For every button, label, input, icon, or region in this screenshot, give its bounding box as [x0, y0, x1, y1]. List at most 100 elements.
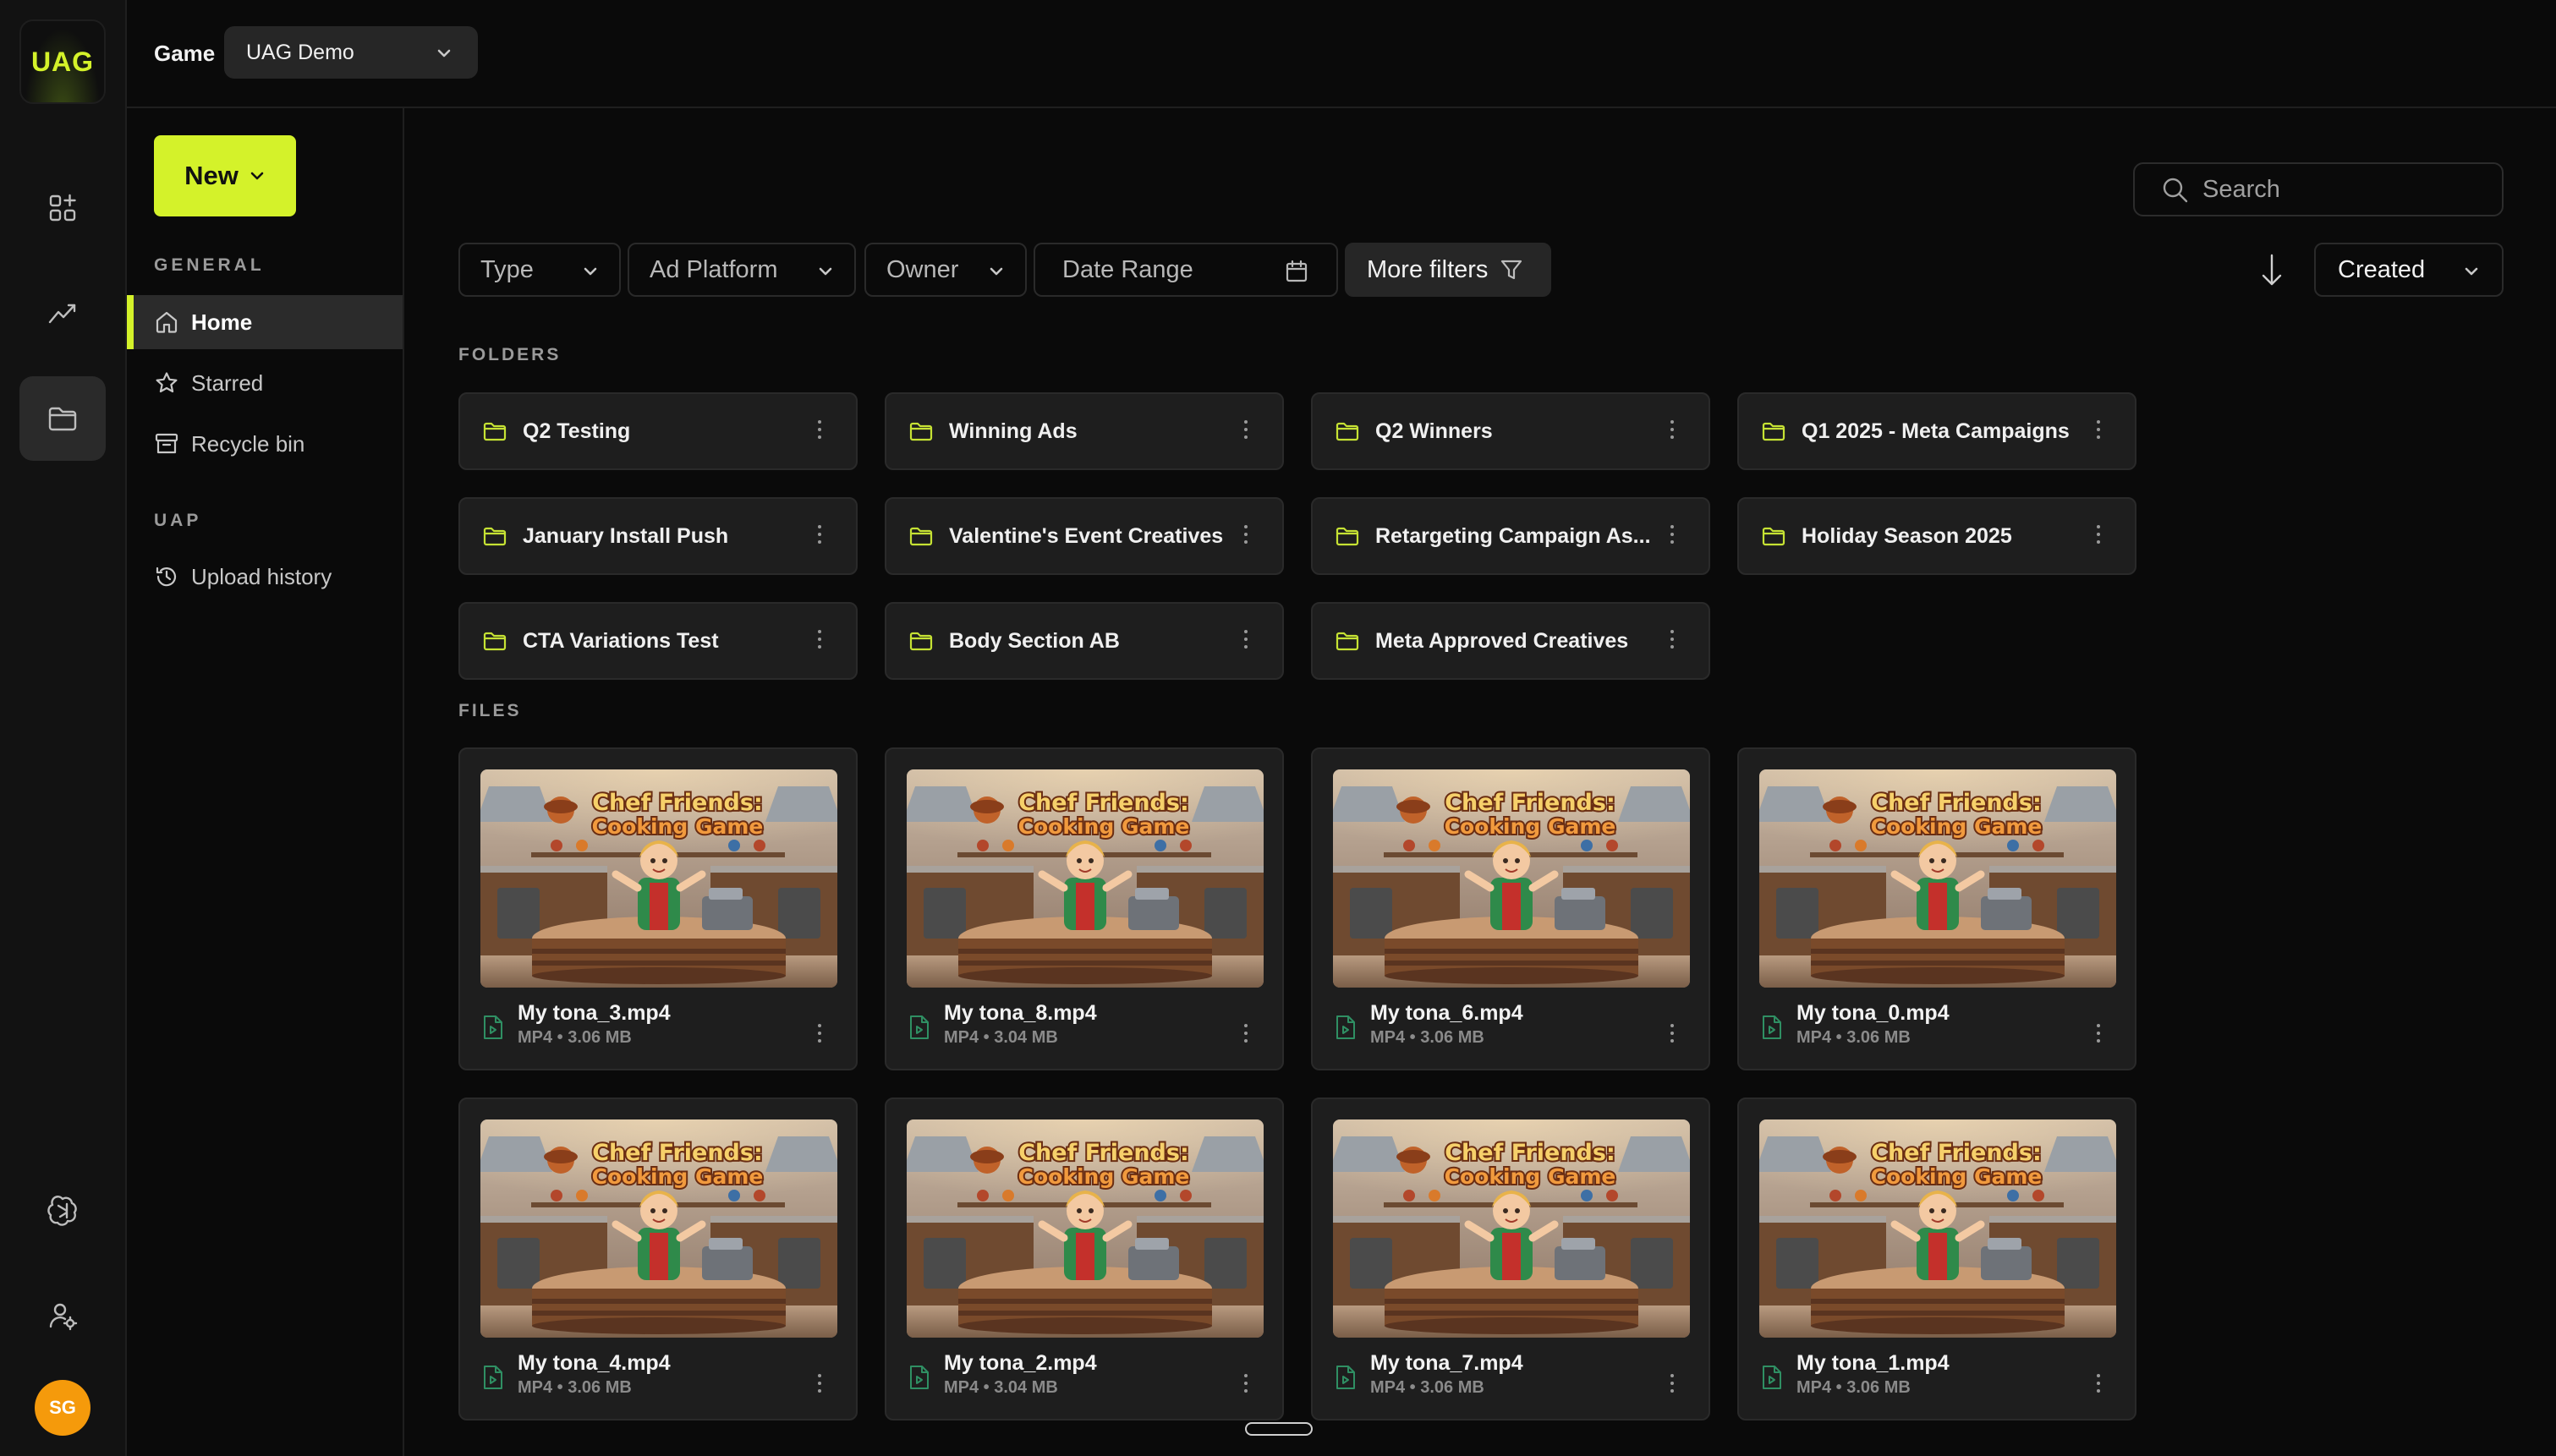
- rail-apps-button[interactable]: [19, 166, 106, 250]
- analytics-icon: [48, 304, 76, 324]
- scroll-handle[interactable]: [1245, 1422, 1313, 1436]
- folder-menu-icon[interactable]: [1243, 420, 1248, 442]
- file-card[interactable]: Chef Friends: Cooking Game My tona_2.mp4…: [885, 1097, 1284, 1420]
- folder-menu-icon[interactable]: [817, 630, 822, 652]
- folder-icon: [1336, 527, 1359, 546]
- folder-item[interactable]: Holiday Season 2025: [1737, 497, 2136, 575]
- thumbnail-title-line2: Cooking Game: [592, 1164, 764, 1189]
- archive-icon: [155, 433, 178, 454]
- type-filter[interactable]: Type: [458, 243, 621, 297]
- file-card[interactable]: Chef Friends: Cooking Game My tona_4.mp4…: [458, 1097, 858, 1420]
- folder-menu-icon[interactable]: [1670, 420, 1675, 442]
- thumbnail-title-line1: Chef Friends:: [1445, 1140, 1615, 1166]
- folder-item[interactable]: Winning Ads: [885, 392, 1284, 470]
- file-card[interactable]: Chef Friends: Cooking Game My tona_6.mp4…: [1311, 747, 1710, 1070]
- sidebar: New GENERAL Home Starred Recycle bin UAP…: [127, 108, 404, 1456]
- file-icon: [1336, 1366, 1355, 1389]
- thumbnail-title-line1: Chef Friends:: [592, 1140, 763, 1166]
- sidebar-item-label: Starred: [191, 369, 264, 396]
- file-menu-icon[interactable]: [1670, 1374, 1675, 1396]
- rail-files-button[interactable]: [19, 376, 106, 461]
- thumbnail-title-line2: Cooking Game: [1445, 1164, 1616, 1189]
- folder-item[interactable]: Retargeting Campaign As...: [1311, 497, 1710, 575]
- user-avatar[interactable]: SG: [35, 1380, 91, 1436]
- file-thumbnail[interactable]: Chef Friends: Cooking Game: [1333, 1119, 1690, 1338]
- sidebar-item-upload-history[interactable]: Upload history: [127, 550, 403, 604]
- search-input[interactable]: Search: [2133, 162, 2504, 216]
- sidebar-item-home[interactable]: Home: [127, 295, 403, 349]
- date-range-filter[interactable]: Date Range: [1034, 243, 1338, 297]
- file-name: My tona_6.mp4: [1370, 1001, 1523, 1025]
- new-button[interactable]: New: [154, 135, 296, 216]
- folder-menu-icon[interactable]: [2096, 525, 2101, 547]
- ad-platform-filter[interactable]: Ad Platform: [628, 243, 856, 297]
- folder-menu-icon[interactable]: [1670, 630, 1675, 652]
- chevron-down-icon: [990, 267, 1003, 276]
- file-meta: MP4 • 3.06 MB: [1370, 1378, 1484, 1397]
- file-menu-icon[interactable]: [1243, 1374, 1248, 1396]
- file-thumbnail[interactable]: Chef Friends: Cooking Game: [480, 1119, 837, 1338]
- folder-item[interactable]: Meta Approved Creatives: [1311, 602, 1710, 680]
- file-thumbnail[interactable]: Chef Friends: Cooking Game: [1333, 769, 1690, 988]
- owner-filter[interactable]: Owner: [864, 243, 1027, 297]
- rail-user-settings-button[interactable]: [19, 1273, 106, 1358]
- folder-item[interactable]: Q2 Testing: [458, 392, 858, 470]
- folder-item[interactable]: Valentine's Event Creatives: [885, 497, 1284, 575]
- folder-menu-icon[interactable]: [817, 525, 822, 547]
- folder-menu-icon[interactable]: [1243, 525, 1248, 547]
- file-menu-icon[interactable]: [1243, 1024, 1248, 1046]
- thumbnail-title-line1: Chef Friends:: [592, 790, 763, 816]
- folder-item[interactable]: CTA Variations Test: [458, 602, 858, 680]
- sort-direction-button[interactable]: [2257, 252, 2287, 292]
- folder-icon: [1762, 527, 1785, 546]
- more-filters-button[interactable]: More filters: [1345, 243, 1551, 297]
- sidebar-item-label: Recycle bin: [191, 430, 305, 457]
- file-thumbnail[interactable]: Chef Friends: Cooking Game: [1759, 769, 2116, 988]
- folder-name: Winning Ads: [949, 419, 1078, 443]
- folder-menu-icon[interactable]: [1670, 525, 1675, 547]
- file-meta: MP4 • 3.04 MB: [944, 1378, 1058, 1397]
- file-menu-icon[interactable]: [817, 1374, 822, 1396]
- folder-menu-icon[interactable]: [2096, 420, 2101, 442]
- sidebar-item-starred[interactable]: Starred: [127, 356, 403, 410]
- file-menu-icon[interactable]: [2096, 1024, 2101, 1046]
- file-card[interactable]: Chef Friends: Cooking Game My tona_7.mp4…: [1311, 1097, 1710, 1420]
- thumbnail-title-line2: Cooking Game: [1018, 1164, 1190, 1189]
- file-meta: MP4 • 3.06 MB: [1370, 1028, 1484, 1047]
- rail-integrations-button[interactable]: [19, 1169, 106, 1253]
- owner-filter-label: Owner: [886, 255, 959, 283]
- file-thumbnail[interactable]: Chef Friends: Cooking Game: [1759, 1119, 2116, 1338]
- folder-name: Q2 Testing: [523, 419, 631, 443]
- file-menu-icon[interactable]: [817, 1024, 822, 1046]
- files-heading: FILES: [458, 701, 522, 720]
- folder-item[interactable]: January Install Push: [458, 497, 858, 575]
- sort-select[interactable]: Created: [2314, 243, 2504, 297]
- file-card[interactable]: Chef Friends: Cooking Game My tona_0.mp4…: [1737, 747, 2136, 1070]
- file-card[interactable]: Chef Friends: Cooking Game My tona_1.mp4…: [1737, 1097, 2136, 1420]
- folder-item[interactable]: Body Section AB: [885, 602, 1284, 680]
- sidebar-item-recycle-bin[interactable]: Recycle bin: [127, 417, 403, 471]
- file-thumbnail[interactable]: Chef Friends: Cooking Game: [480, 769, 837, 988]
- file-thumbnail[interactable]: Chef Friends: Cooking Game: [907, 769, 1264, 988]
- folder-item[interactable]: Q1 2025 - Meta Campaigns: [1737, 392, 2136, 470]
- file-icon: [1763, 1366, 1781, 1389]
- file-card[interactable]: Chef Friends: Cooking Game My tona_8.mp4…: [885, 747, 1284, 1070]
- chevron-down-icon: [2465, 267, 2478, 276]
- filter-icon: [1501, 260, 1522, 280]
- folder-menu-icon[interactable]: [817, 420, 822, 442]
- file-menu-icon[interactable]: [2096, 1374, 2101, 1396]
- file-menu-icon[interactable]: [1670, 1024, 1675, 1046]
- folder-item[interactable]: Q2 Winners: [1311, 392, 1710, 470]
- app-logo[interactable]: UAG: [19, 19, 106, 104]
- user-settings-icon: [49, 1303, 78, 1331]
- rail-analytics-button[interactable]: [19, 271, 106, 355]
- chevron-down-icon: [819, 267, 832, 276]
- folder-name: Q2 Winners: [1375, 419, 1493, 443]
- game-select[interactable]: UAG Demo: [224, 26, 478, 79]
- folder-menu-icon[interactable]: [1243, 630, 1248, 652]
- type-filter-label: Type: [480, 255, 534, 283]
- file-icon: [484, 1015, 502, 1039]
- file-thumbnail[interactable]: Chef Friends: Cooking Game: [907, 1119, 1264, 1338]
- file-card[interactable]: Chef Friends: Cooking Game My tona_3.mp4…: [458, 747, 858, 1070]
- thumbnail-title-line1: Chef Friends:: [1871, 790, 2042, 816]
